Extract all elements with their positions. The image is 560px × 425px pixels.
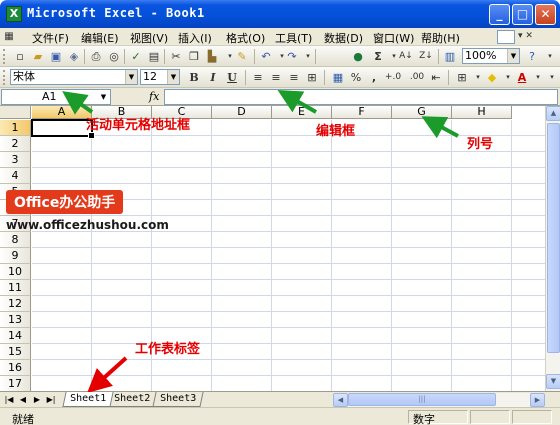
annotation-arrows: [62, 90, 459, 394]
arrow-to-name-box: [62, 91, 94, 115]
arrow-to-column: [421, 116, 459, 139]
arrow-to-formula-bar: [277, 90, 317, 114]
sheet-tab-sheet1[interactable]: Sheet1: [62, 392, 114, 407]
arrow-to-sheet-tab: [87, 356, 128, 394]
